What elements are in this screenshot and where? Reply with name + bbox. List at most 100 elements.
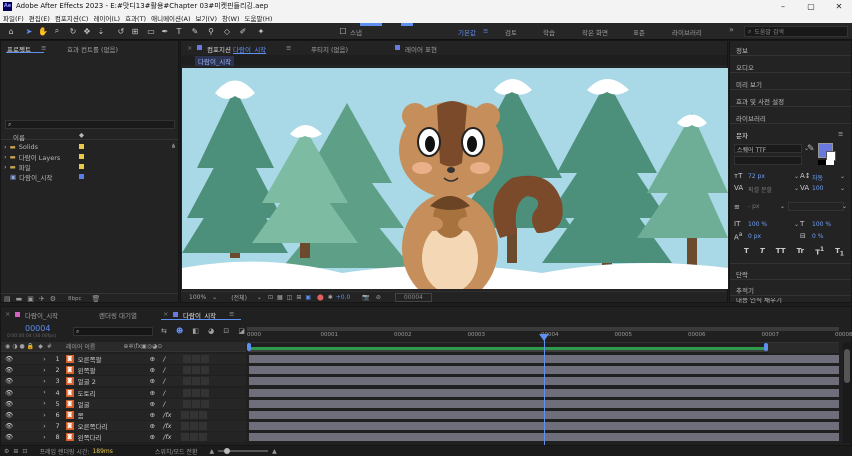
layer-row[interactable]: 👁 › 4 ◙ 도토리 ⊕ /: [1, 387, 246, 398]
rotate-tool-icon[interactable]: ↺: [116, 26, 126, 36]
column-name-header[interactable]: 이름: [13, 132, 25, 142]
all-caps-button[interactable]: TT: [776, 247, 786, 257]
close-tab-icon[interactable]: ×: [5, 310, 10, 318]
roto-brush-icon[interactable]: ✐: [238, 26, 248, 36]
zoom-in-icon[interactable]: ▲: [272, 448, 277, 455]
layer-row[interactable]: 👁 › 3 ◙ 얼굴 2 ⊕ /: [1, 376, 246, 387]
switch-box[interactable]: [181, 411, 190, 419]
menu-edit[interactable]: 편집(E): [29, 13, 50, 23]
pen-tool-icon[interactable]: ✒: [160, 26, 170, 36]
layer-row[interactable]: 👁 › 8 ◙ 왼쪽다리 ⊕ /fx: [1, 432, 246, 443]
close-tab-icon[interactable]: ×: [163, 310, 168, 318]
baseline-value[interactable]: 0 px: [748, 233, 761, 240]
switch-box[interactable]: [192, 399, 201, 408]
panel-tracker[interactable]: 추적기: [736, 285, 754, 295]
layer-row[interactable]: 👁 › 1 ◙ 오른쪽팔 ⊕ /: [1, 354, 246, 364]
quality-switch-icon[interactable]: /: [163, 366, 165, 374]
panel-effects-presets[interactable]: 효과 및 사전 설정: [736, 96, 784, 106]
tab-layer[interactable]: 레이어 표현: [405, 44, 437, 54]
switch-box[interactable]: [181, 422, 190, 431]
tsume-value[interactable]: 0 %: [812, 233, 823, 240]
visibility-eye-icon[interactable]: 👁: [5, 422, 13, 430]
snapshot-icon[interactable]: 📷: [362, 294, 369, 301]
faux-italic-button[interactable]: T: [760, 247, 765, 257]
tab-effect-controls[interactable]: 효과 컨트롤 (없음): [67, 44, 118, 54]
show-snapshot-icon[interactable]: ⊘: [376, 294, 381, 301]
layer-row[interactable]: 👁 › 2 ◙ 왼쪽팔 ⊕ /: [1, 365, 246, 376]
graph-icon[interactable]: ◪: [238, 327, 245, 337]
horizontal-scale-value[interactable]: 100 %: [812, 221, 831, 228]
quality-switch-icon[interactable]: /fx: [163, 411, 171, 419]
comp-mini-flowchart-icon[interactable]: ⇆: [161, 327, 167, 337]
color-management-icon[interactable]: ⬤: [317, 294, 324, 301]
expand-arrow-icon[interactable]: ›: [4, 153, 7, 161]
font-style-select[interactable]: [734, 156, 802, 165]
menu-animation[interactable]: 애니메이션(A): [151, 13, 190, 23]
menu-file[interactable]: 파일(F): [3, 13, 24, 23]
layer-name[interactable]: 오른쪽다리: [78, 421, 148, 431]
switch-box[interactable]: [192, 366, 201, 375]
project-item-comp[interactable]: ▣ 다람이_시작: [1, 172, 178, 182]
switch-box[interactable]: [192, 388, 201, 397]
stroke-type-select[interactable]: [788, 202, 844, 211]
panel-preview[interactable]: 미리 보기: [736, 79, 762, 89]
quality-switch-icon[interactable]: /fx: [163, 422, 171, 430]
exposure-icon[interactable]: ✱: [328, 294, 333, 301]
project-search-input[interactable]: ⌕: [5, 120, 175, 129]
resolution-select[interactable]: (전체): [231, 293, 247, 302]
in-out-toggle-icon[interactable]: ⊡: [22, 448, 27, 455]
project-item-solids[interactable]: › ▬ Solids ⋔: [1, 142, 178, 151]
panel-libraries[interactable]: 라이브러리: [736, 113, 766, 123]
shy-switch-icon[interactable]: ⊕: [150, 400, 155, 408]
frame-blending-icon[interactable]: ◧: [192, 327, 199, 337]
viewer-canvas[interactable]: [182, 68, 728, 289]
pan-tool-icon[interactable]: ✥: [82, 26, 92, 36]
switch-box[interactable]: [199, 411, 208, 419]
quality-switch-icon[interactable]: /: [163, 400, 165, 408]
switch-box[interactable]: [190, 411, 199, 419]
lock-toggle-icon[interactable]: 🔒: [27, 343, 34, 350]
small-caps-button[interactable]: Tr: [797, 247, 804, 257]
switch-box[interactable]: [183, 388, 192, 397]
font-size-value[interactable]: 72 px: [748, 173, 765, 180]
expand-arrow-icon[interactable]: ›: [43, 367, 45, 374]
shy-switch-icon[interactable]: ⊕: [150, 389, 155, 397]
view-icon[interactable]: ▣: [305, 294, 311, 301]
visibility-eye-icon[interactable]: 👁: [5, 411, 13, 419]
visibility-eye-icon[interactable]: 👁: [5, 433, 13, 441]
new-folder-icon[interactable]: ▬: [16, 295, 23, 303]
bpc-label[interactable]: 8bpc: [68, 296, 82, 302]
eraser-tool-icon[interactable]: ◇: [222, 26, 232, 36]
audio-toggle-icon[interactable]: ◑: [12, 343, 17, 350]
layer-name[interactable]: 얼굴 2: [78, 376, 148, 386]
shy-switch-icon[interactable]: ⊕: [150, 355, 155, 363]
stroke-width-value[interactable]: - px: [748, 203, 759, 210]
switch-box[interactable]: [201, 377, 210, 386]
layer-name[interactable]: 몸: [78, 410, 148, 420]
brush-tool-icon[interactable]: ✎: [190, 26, 200, 36]
layer-row[interactable]: 👁 › 5 ◙ 얼굴 ⊕ /: [1, 398, 246, 409]
tab-composition[interactable]: 컴포지션 다람이_시작: [207, 44, 266, 54]
expand-arrow-icon[interactable]: ›: [4, 163, 7, 171]
mask-icon[interactable]: ◫: [287, 294, 293, 301]
layer-name[interactable]: 얼굴: [78, 399, 148, 409]
trash-icon[interactable]: 🗑: [92, 295, 101, 303]
vertical-scale-value[interactable]: 100 %: [748, 221, 767, 228]
more-workspaces-icon[interactable]: »: [729, 25, 734, 34]
workspace-menu-icon[interactable]: ≡: [483, 27, 488, 35]
expand-arrow-icon[interactable]: ›: [4, 143, 7, 151]
label-swatch[interactable]: [79, 144, 84, 149]
solo-toggle-icon[interactable]: ●: [20, 343, 25, 350]
orbit-tool-icon[interactable]: ↻: [68, 26, 78, 36]
workspace-libraries[interactable]: 라이브러리: [672, 27, 702, 37]
tab-timeline-1[interactable]: 다람이_시작: [25, 310, 58, 320]
font-family-select[interactable]: 스퀘어 TTF: [734, 144, 802, 154]
quality-switch-icon[interactable]: /: [163, 355, 165, 363]
render-info-icon[interactable]: ⚙: [4, 448, 9, 455]
subscript-button[interactable]: T1: [835, 247, 844, 257]
menu-window[interactable]: 창(W): [222, 13, 239, 23]
zoom-slider[interactable]: [218, 448, 269, 454]
transparency-grid-icon[interactable]: ▦: [277, 294, 283, 301]
layer-row[interactable]: 👁 › 6 ◙ 몸 ⊕ /fx: [1, 410, 246, 420]
workspace-small-screen[interactable]: 작은 화면: [582, 27, 608, 37]
